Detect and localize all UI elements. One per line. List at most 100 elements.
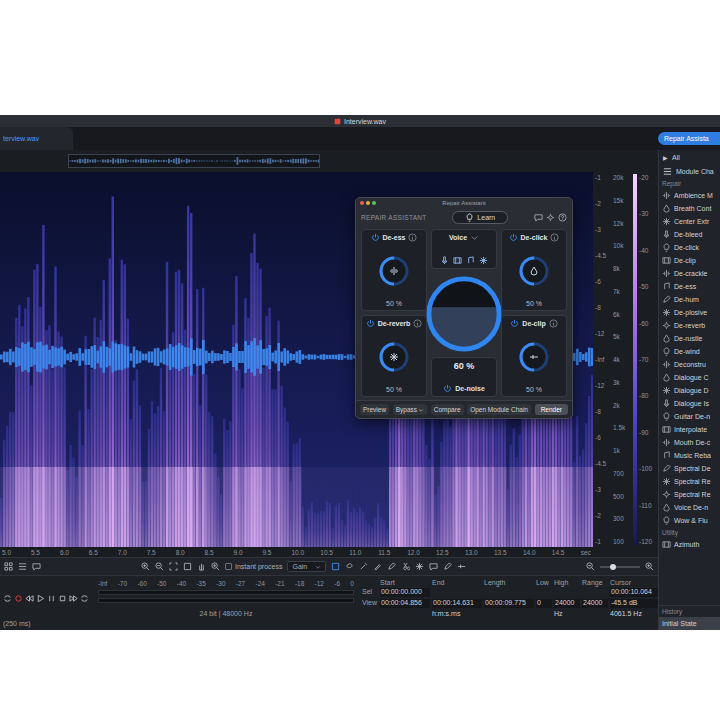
chat-icon[interactable] (429, 562, 438, 571)
info-cell[interactable]: -45.5 dB (610, 599, 660, 608)
module-card[interactable]: De-click50 % (501, 229, 567, 311)
chat-icon[interactable] (534, 213, 543, 222)
module-item[interactable]: Wow & Flu (659, 514, 720, 527)
module-item[interactable]: Voice De-n (659, 501, 720, 514)
pen-icon[interactable] (443, 562, 452, 571)
info-cell[interactable] (554, 588, 580, 597)
module-chain-item[interactable]: Module Cha (659, 164, 720, 178)
power-icon[interactable] (509, 233, 518, 242)
module-item[interactable]: De-ess (659, 280, 720, 293)
module-item[interactable]: Deconstru (659, 358, 720, 371)
module-item[interactable]: De-crackle (659, 267, 720, 280)
module-knob[interactable] (376, 339, 412, 375)
module-filter[interactable]: ▶All (659, 150, 720, 164)
pause-icon[interactable] (47, 594, 56, 603)
zoom-out-icon[interactable] (155, 562, 164, 571)
module-item[interactable]: Azimuth (659, 538, 720, 551)
waveform-overview[interactable] (68, 154, 320, 168)
wand-icon[interactable] (359, 562, 368, 571)
history-item[interactable]: Initial State (659, 617, 720, 630)
power-icon[interactable] (443, 384, 452, 393)
info-cell[interactable] (484, 588, 534, 597)
module-item[interactable]: De-plosive (659, 306, 720, 319)
module-item[interactable]: De-rustle (659, 332, 720, 345)
zoom-out-icon[interactable] (586, 562, 595, 571)
lasso-icon[interactable] (345, 562, 354, 571)
footer-primary[interactable]: Render (535, 404, 568, 415)
info-icon[interactable] (413, 319, 422, 328)
help-icon[interactable] (558, 213, 567, 222)
film-icon[interactable] (453, 256, 462, 265)
list-icon[interactable] (18, 562, 27, 571)
loop-icon[interactable] (80, 594, 89, 603)
info-cell[interactable]: 0 (536, 599, 552, 608)
chevron-icon[interactable] (470, 233, 479, 242)
module-item[interactable]: Spectral Re (659, 488, 720, 501)
module-knob[interactable] (376, 253, 412, 289)
power-icon[interactable] (510, 319, 519, 328)
minimize-button[interactable] (366, 201, 370, 205)
mic-icon[interactable] (440, 256, 449, 265)
info-cell[interactable]: 00:00:00.000 (380, 588, 430, 597)
zoom-slider[interactable] (600, 566, 640, 568)
spark-icon[interactable] (479, 256, 488, 265)
power-icon[interactable] (366, 319, 375, 328)
module-knob[interactable] (516, 253, 552, 289)
close-button[interactable] (360, 201, 364, 205)
info-cell[interactable]: 00:00:10.064 (610, 588, 660, 597)
module-item[interactable]: De-wind (659, 345, 720, 358)
footer-button[interactable]: Preview (360, 404, 389, 415)
play-icon[interactable] (36, 594, 45, 603)
checkbox-box[interactable] (225, 563, 232, 570)
hand-icon[interactable] (197, 562, 206, 571)
footer-button[interactable]: Open Module Chain (467, 404, 531, 415)
module-item[interactable]: De-bleed (659, 228, 720, 241)
module-item[interactable]: Spectral De (659, 462, 720, 475)
info-cell[interactable]: 24000 (554, 599, 580, 608)
instant-process-checkbox[interactable]: Instant process (225, 563, 282, 570)
module-item[interactable]: Breath Cont (659, 202, 720, 215)
module-item[interactable]: Interpolate (659, 423, 720, 436)
module-item[interactable]: Spectral Re (659, 475, 720, 488)
rewind-icon[interactable] (25, 594, 34, 603)
spark-icon[interactable] (415, 562, 424, 571)
module-item[interactable]: Dialogue C (659, 371, 720, 384)
file-tab[interactable]: terview.wav (0, 127, 73, 150)
zoom-fit-icon[interactable] (169, 562, 178, 571)
record-icon[interactable] (14, 594, 23, 603)
info-icon[interactable] (550, 233, 559, 242)
learn-button[interactable]: Learn (452, 211, 508, 224)
spectrogram[interactable]: Repair AssistantREPAIR ASSISTANTLearnDe-… (0, 172, 593, 547)
module-card[interactable]: De-reverb50 % (361, 315, 427, 397)
module-card[interactable]: De-ess50 % (361, 229, 427, 311)
module-card[interactable]: De-clip50 % (501, 315, 567, 397)
repair-assistant-button[interactable]: Repair Assista (658, 132, 720, 145)
music-icon[interactable] (466, 256, 475, 265)
zoom-button[interactable] (372, 201, 376, 205)
zoom-in-icon[interactable] (141, 562, 150, 571)
module-item[interactable]: Ambience M (659, 189, 720, 202)
chat-icon[interactable] (32, 562, 41, 571)
process-mode-dropdown[interactable]: Gain (287, 561, 326, 572)
info-icon[interactable] (549, 319, 558, 328)
forward-icon[interactable] (69, 594, 78, 603)
grid-icon[interactable] (4, 562, 13, 571)
info-cell[interactable]: 00:00:09.775 (484, 599, 534, 608)
select-icon[interactable] (331, 562, 340, 571)
noise-box[interactable]: 60 %De-noise (431, 357, 497, 397)
stop-icon[interactable] (58, 594, 67, 603)
module-item[interactable]: De-click (659, 241, 720, 254)
power-icon[interactable] (371, 233, 380, 242)
module-item[interactable]: De-hum (659, 293, 720, 306)
module-item[interactable]: Dialogue D (659, 384, 720, 397)
module-item[interactable]: De-reverb (659, 319, 720, 332)
module-item[interactable]: Center Extr (659, 215, 720, 228)
info-cell[interactable] (536, 588, 552, 597)
module-knob[interactable] (516, 339, 552, 375)
zoom-in-icon[interactable] (211, 562, 220, 571)
brush-icon[interactable] (373, 562, 382, 571)
select-icon[interactable] (183, 562, 192, 571)
module-item[interactable]: Guitar De-n (659, 410, 720, 423)
footer-button[interactable]: Compare (431, 404, 464, 415)
profile-box[interactable]: Voice (431, 229, 497, 269)
